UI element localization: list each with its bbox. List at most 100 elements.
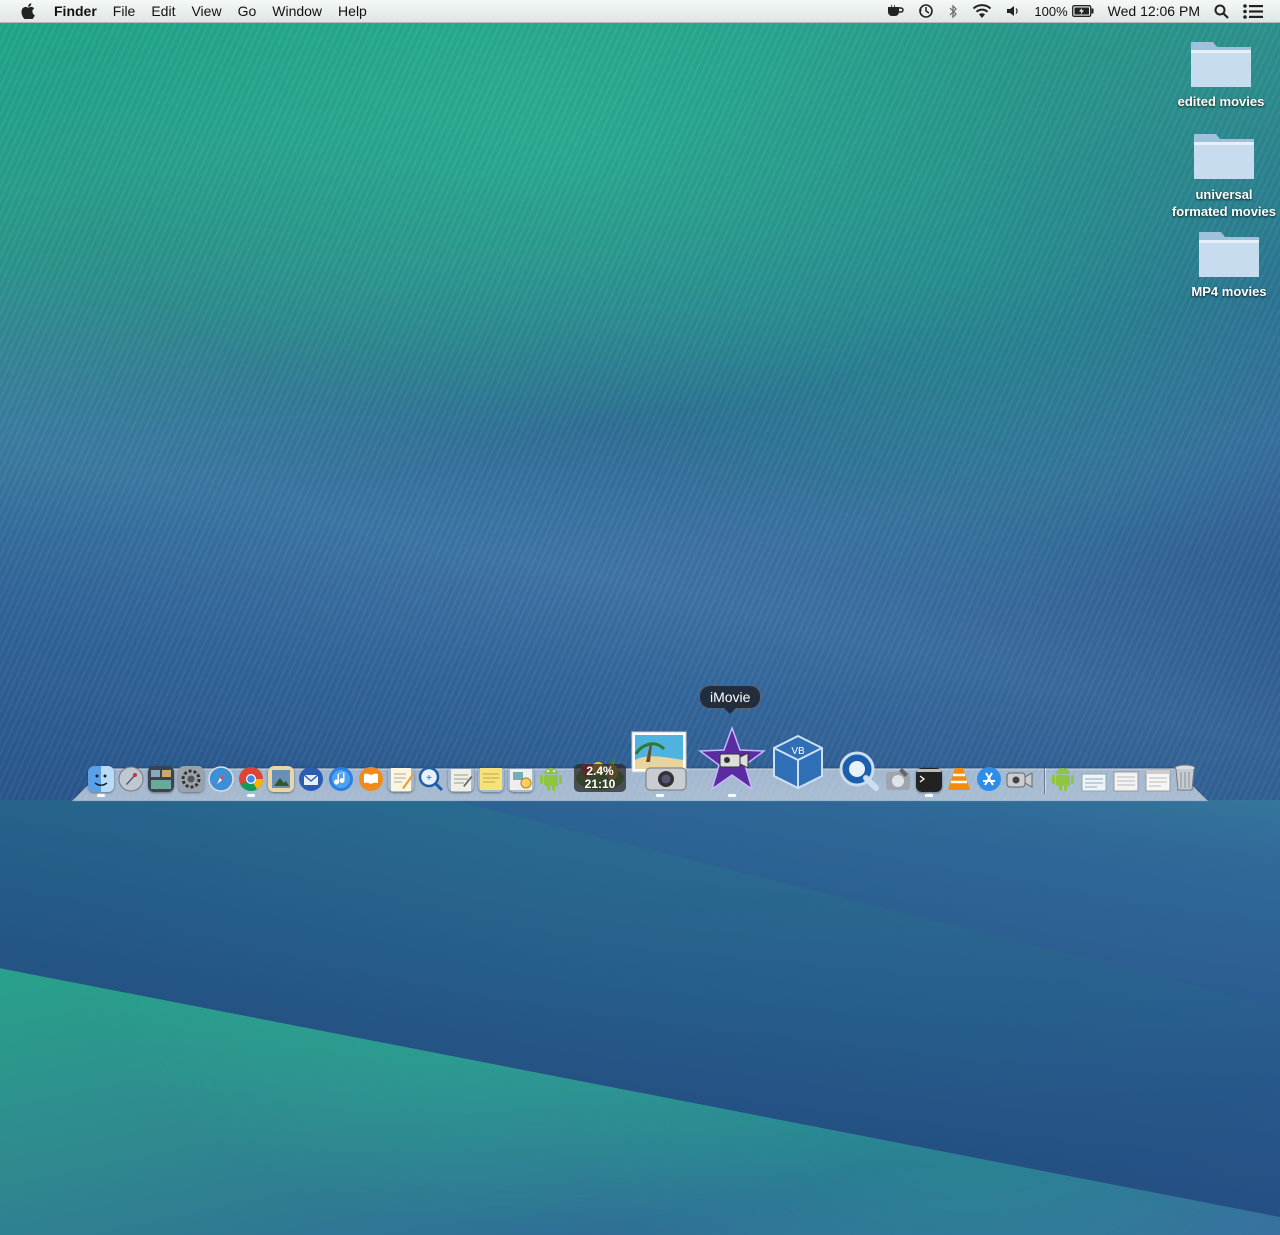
dock-itunes[interactable] xyxy=(328,766,354,792)
android-icon xyxy=(540,768,562,791)
running-indicator xyxy=(97,794,105,797)
dock-document-stack-3[interactable] xyxy=(1144,768,1172,792)
desktop-folder-mp4-movies[interactable]: MP4 movies xyxy=(1174,226,1280,299)
dock-android-file[interactable] xyxy=(1050,764,1076,792)
wallpaper-wave-band xyxy=(0,230,1280,1025)
dock-ibooks[interactable] xyxy=(358,766,384,792)
android-file-icon xyxy=(1052,768,1074,791)
menu-window[interactable]: Window xyxy=(264,0,330,22)
dock-facetime[interactable] xyxy=(1006,768,1034,792)
running-indicator xyxy=(728,794,736,797)
dock-document-stack-1[interactable] xyxy=(1080,772,1108,792)
folder-label: MP4 movies xyxy=(1191,284,1267,299)
finder-icon xyxy=(88,766,114,792)
svg-text:+: + xyxy=(426,773,432,784)
dock-android[interactable] xyxy=(538,764,564,792)
menu-bar: Finder File Edit View Go Window Help 100… xyxy=(0,0,1280,23)
folder-label: edited movies xyxy=(1177,94,1265,109)
battery-icon xyxy=(1071,5,1094,17)
dock-trash[interactable] xyxy=(1174,764,1196,792)
document-stack-icon-3 xyxy=(1145,769,1171,792)
chrome-icon xyxy=(239,767,263,792)
dock-safari[interactable] xyxy=(208,766,234,792)
running-indicator xyxy=(925,794,933,797)
menu-help[interactable]: Help xyxy=(330,0,375,22)
document-stack-icon-2 xyxy=(1113,771,1139,792)
dock-notes[interactable] xyxy=(448,766,474,792)
quicktime-icon xyxy=(839,751,879,791)
disk-utility-icon xyxy=(886,768,910,790)
document-stack-icon xyxy=(1081,773,1107,792)
dock-system-preferences[interactable] xyxy=(178,766,204,792)
dock-chrome[interactable] xyxy=(238,766,264,797)
textedit-icon xyxy=(391,768,414,791)
folder-icon xyxy=(1199,232,1259,277)
folder-label: universal formated movies xyxy=(1171,187,1277,219)
dock-tooltip: iMovie xyxy=(699,685,762,714)
dock-launchpad[interactable] xyxy=(118,766,144,792)
facetime-icon xyxy=(1006,772,1033,788)
dock-preview-doc[interactable] xyxy=(508,766,534,792)
dock-disk-utility[interactable] xyxy=(884,766,912,792)
vlc-icon xyxy=(948,768,970,790)
caffeine-icon[interactable] xyxy=(879,0,911,22)
folder-icon xyxy=(1194,134,1254,179)
folder-icon xyxy=(1191,42,1251,87)
iphoto-icon xyxy=(631,731,687,791)
menu-edit[interactable]: Edit xyxy=(143,0,183,22)
ibooks-icon xyxy=(359,767,383,791)
dock-preview[interactable] xyxy=(268,766,294,792)
trash-icon xyxy=(1174,764,1196,791)
battery-percent: 100% xyxy=(1034,3,1068,19)
app-store-icon xyxy=(977,767,1001,791)
terminal-icon xyxy=(916,768,942,792)
wallpaper-texture xyxy=(0,0,1280,800)
spotlight-search-icon[interactable] xyxy=(1207,0,1236,22)
wallpaper-wave-band-lower xyxy=(0,420,1280,1235)
menu-app-finder[interactable]: Finder xyxy=(48,0,105,22)
cpu-monitor-readout: 2.4% 21:10 xyxy=(574,764,626,792)
volume-icon[interactable] xyxy=(999,0,1027,22)
notification-center-icon[interactable] xyxy=(1236,0,1270,22)
dock-quicktime[interactable] xyxy=(838,750,880,792)
dock-imovie[interactable] xyxy=(698,726,766,797)
dock-quicktime-search[interactable]: + xyxy=(418,766,444,792)
bluetooth-icon[interactable] xyxy=(941,0,965,22)
desktop-folder-universal-formated-movies[interactable]: universal formated movies xyxy=(1169,128,1279,220)
dock-iphoto[interactable] xyxy=(628,730,692,797)
running-indicator xyxy=(656,794,664,797)
cpu-time: 21:10 xyxy=(584,777,616,791)
system-preferences-icon xyxy=(178,766,204,792)
notes-icon xyxy=(451,769,473,791)
dock-stickies[interactable] xyxy=(478,766,504,792)
dock-separator xyxy=(1044,768,1045,794)
dock-app-store[interactable] xyxy=(976,766,1002,792)
preview-doc-icon xyxy=(510,769,532,790)
menu-file[interactable]: File xyxy=(105,0,144,22)
apple-menu-icon[interactable] xyxy=(20,3,36,19)
dock-mission-control[interactable] xyxy=(148,766,174,792)
dock-terminal[interactable] xyxy=(916,768,942,797)
dock-thunderbird[interactable] xyxy=(298,766,324,792)
dock-textedit[interactable] xyxy=(388,766,414,792)
quicktime-search-icon: + xyxy=(418,766,444,792)
dock: + VB xyxy=(86,720,1206,798)
menu-view[interactable]: View xyxy=(183,0,229,22)
wifi-icon[interactable] xyxy=(965,0,999,22)
preview-icon xyxy=(268,766,294,792)
running-indicator xyxy=(247,794,255,797)
virtualbox-icon: VB xyxy=(773,734,823,790)
svg-text:VB: VB xyxy=(791,746,805,757)
menu-go[interactable]: Go xyxy=(230,0,265,22)
dock-vlc[interactable] xyxy=(946,766,972,792)
time-machine-icon[interactable] xyxy=(911,0,941,22)
battery-status[interactable]: 100% xyxy=(1027,0,1100,22)
stickies-icon xyxy=(480,768,502,790)
dock-finder[interactable] xyxy=(88,766,114,797)
dock-virtualbox[interactable]: VB xyxy=(770,732,826,792)
thunderbird-icon xyxy=(299,767,323,791)
desktop-folder-edited-movies[interactable]: edited movies xyxy=(1166,36,1276,109)
clock[interactable]: Wed 12:06 PM xyxy=(1101,0,1207,22)
itunes-icon xyxy=(329,767,353,791)
dock-document-stack-2[interactable] xyxy=(1112,770,1140,792)
